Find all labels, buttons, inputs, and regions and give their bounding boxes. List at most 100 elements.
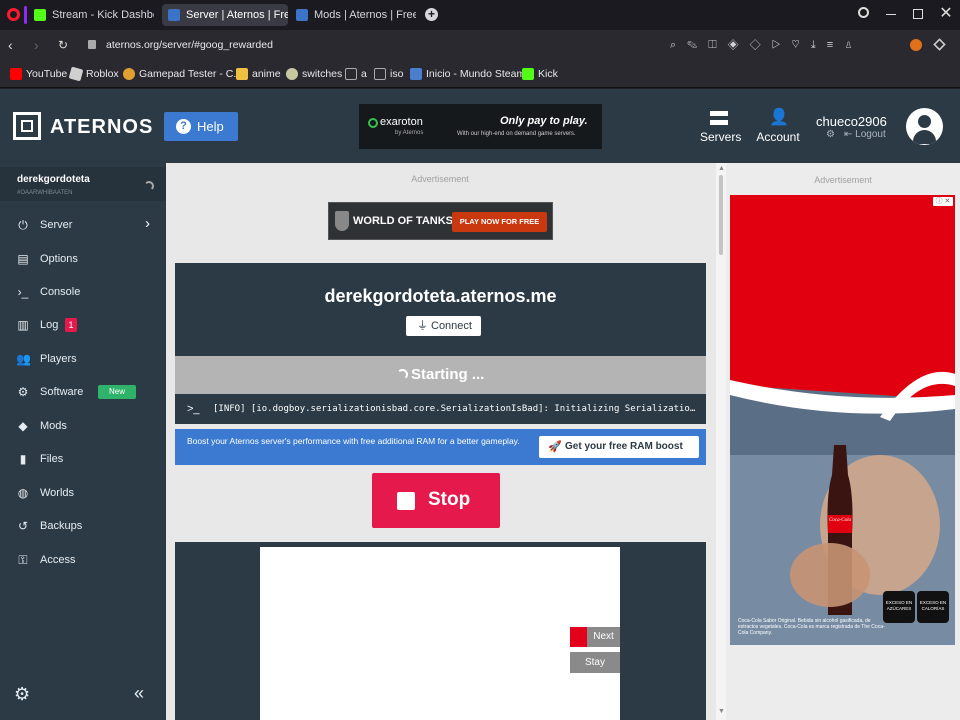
scrollbar-thumb[interactable]: [719, 175, 723, 255]
exaroton-brand: exaroton: [380, 116, 423, 128]
vpn-icon[interactable]: ◇: [750, 39, 772, 51]
main-scrollbar[interactable]: ▲ ▼: [716, 163, 726, 720]
username: chueco2906: [816, 114, 887, 129]
seal-sugar-text: EXCESO EN AZÚCARES: [885, 600, 913, 611]
software-new-badge: New: [98, 385, 136, 399]
status-bar: Starting ...: [175, 356, 706, 394]
coca-cola-ad[interactable]: ⓘ ✕ Coca-Cola Sabor Original. Bebida sin…: [730, 195, 955, 645]
sidebar-item-log[interactable]: ▥ Log: [0, 311, 166, 339]
camera-icon[interactable]: ◫: [708, 39, 727, 51]
sidebar-item-worlds[interactable]: ◍ Worlds: [0, 479, 166, 507]
servers-label: Servers: [700, 130, 742, 144]
stop-label: Stop: [428, 489, 471, 510]
sidebar-item-server[interactable]: ⏻ Server: [0, 211, 166, 239]
download-icon[interactable]: ⤓: [811, 39, 827, 51]
tab-aternos-mods[interactable]: Mods | Aternos | Free Mi: [290, 4, 416, 26]
sidebar-item-files[interactable]: ▮ Files: [0, 445, 166, 473]
server-address[interactable]: derekgordoteta.aternos.me: [175, 285, 706, 307]
close-window-button[interactable]: ✕: [938, 4, 954, 24]
aternos-favicon-icon: [168, 9, 180, 21]
warning-seal-calories: EXCESO EN CALORÍAS: [917, 591, 949, 623]
settings-icon[interactable]: ⚙: [826, 129, 836, 141]
bookmark-folder-a[interactable]: a: [345, 66, 367, 82]
bookmark-roblox[interactable]: Roblox: [68, 66, 119, 82]
collapse-sidebar-icon[interactable]: «: [134, 683, 152, 703]
bookmark-label: a: [361, 68, 367, 80]
exaroton-ad-banner[interactable]: exaroton by Aternos Only pay to play. Wi…: [359, 104, 602, 149]
shield-icon[interactable]: ◈: [728, 39, 750, 51]
search-tabs-icon[interactable]: [858, 7, 869, 18]
opera-logo-icon[interactable]: [7, 8, 20, 21]
console-preview[interactable]: >_ [INFO] [io.dogboy.serializationisbad.…: [175, 394, 706, 424]
sidebar-item-options[interactable]: ▤ Options: [0, 245, 166, 273]
loading-spinner-icon: [144, 181, 154, 191]
coke-disclaimer: Coca-Cola Sabor Original. Bebida sin alc…: [738, 618, 885, 636]
sidebar-item-label: Mods: [40, 420, 67, 432]
servers-button[interactable]: Servers: [700, 109, 742, 145]
server-name: derekgordoteta: [17, 174, 90, 185]
worlds-icon: ◍: [17, 486, 29, 500]
coke-brand-label: Coca-Cola: [829, 518, 851, 523]
extensions-cube-icon[interactable]: [933, 38, 946, 51]
scroll-up-icon[interactable]: ▲: [718, 165, 725, 173]
help-button[interactable]: ? Help: [164, 112, 238, 141]
forward-icon[interactable]: ›: [34, 36, 48, 54]
lock-icon[interactable]: [88, 40, 96, 49]
bookmark-label: Inicio - Mundo Steam: [426, 68, 526, 80]
back-icon[interactable]: ‹: [8, 36, 22, 54]
edit-icon[interactable]: ✎: [687, 39, 708, 51]
next-label: Next: [593, 631, 614, 642]
bookmark-kick[interactable]: Kick: [522, 66, 558, 82]
logo-text[interactable]: ATERNOS: [50, 114, 160, 140]
server-selector[interactable]: derekgordoteta #OAARWHIBAATEN: [0, 167, 166, 201]
sidebar-item-access[interactable]: ⚿ Access: [0, 546, 166, 574]
starting-spinner-icon: [397, 369, 408, 380]
warning-seal-sugar: EXCESO EN AZÚCARES: [883, 591, 915, 623]
console-prompt-icon: >_: [187, 403, 200, 415]
bookmark-switches[interactable]: switches: [286, 66, 342, 82]
plug-icon: ⏚: [417, 320, 428, 332]
bookmark-mundo-steam[interactable]: Inicio - Mundo Steam: [410, 66, 525, 82]
heart-icon[interactable]: ♡: [791, 39, 810, 51]
zoom-icon[interactable]: ⌕: [670, 39, 687, 51]
play-icon[interactable]: ▷: [772, 39, 792, 51]
ram-boost-button[interactable]: 🚀 Get your free RAM boost: [539, 436, 699, 458]
scroll-down-icon[interactable]: ▼: [718, 708, 725, 716]
tab-kick-dashboard[interactable]: Stream - Kick Dashbo: [28, 4, 154, 26]
connect-button[interactable]: ⏚ Connect: [406, 316, 481, 336]
account-button[interactable]: 👤 Account: [755, 109, 801, 145]
sidebar-item-software[interactable]: ⚙ Software: [0, 378, 166, 406]
minimize-window-button[interactable]: [886, 14, 896, 15]
ad-next-button[interactable]: Next: [570, 627, 620, 647]
sidebar-item-console[interactable]: ›_ Console: [0, 278, 166, 306]
tab-aternos-server[interactable]: Server | Aternos | Free Mi: [162, 4, 288, 26]
reload-icon[interactable]: ↻: [58, 36, 72, 54]
avatar[interactable]: [906, 108, 943, 145]
ad-info-icon[interactable]: ⓘ ✕: [933, 197, 953, 206]
new-tab-button[interactable]: +: [425, 8, 438, 21]
sidebar-item-mods[interactable]: ◆ Mods: [0, 412, 166, 440]
restore-window-button[interactable]: [913, 9, 923, 19]
sidebar-item-label: Backups: [40, 520, 83, 532]
sidebar-item-backups[interactable]: ↺ Backups: [0, 512, 166, 540]
server-chevron-icon[interactable]: ›: [145, 216, 155, 232]
logout-link[interactable]: ⇤ Logout: [844, 128, 904, 141]
bookmark-folder-iso[interactable]: iso: [374, 66, 403, 82]
bookmark-anime[interactable]: anime: [236, 66, 281, 82]
stop-button[interactable]: Stop: [372, 473, 500, 528]
bookmark-youtube[interactable]: YouTube: [10, 66, 67, 82]
url-field[interactable]: aternos.org/server/#goog_rewarded: [106, 37, 506, 53]
bookmark-label: Gamepad Tester - C...: [139, 68, 243, 80]
settings-gear-icon[interactable]: ⚙: [14, 684, 34, 704]
profile-icon[interactable]: ♙: [844, 39, 864, 51]
ram-boost-banner: Boost your Aternos server's performance …: [175, 429, 706, 465]
extension-icon[interactable]: [910, 39, 922, 51]
bookmark-gamepad-tester[interactable]: Gamepad Tester - C...: [123, 66, 242, 82]
sidebar-item-players[interactable]: 👥 Players: [0, 345, 166, 373]
sidebar: derekgordoteta #OAARWHIBAATEN ⏻ Server ▤ Op…: [0, 163, 166, 720]
ad-stay-button[interactable]: Stay: [570, 652, 620, 673]
site-header: ATERNOS ? Help exaroton by Aternos Only …: [0, 89, 960, 163]
world-of-tanks-ad[interactable]: WORLD OF TANKS PLAY NOW FOR FREE: [328, 202, 553, 240]
next-accent: [570, 627, 587, 647]
menu-icon[interactable]: ≡: [827, 39, 844, 51]
